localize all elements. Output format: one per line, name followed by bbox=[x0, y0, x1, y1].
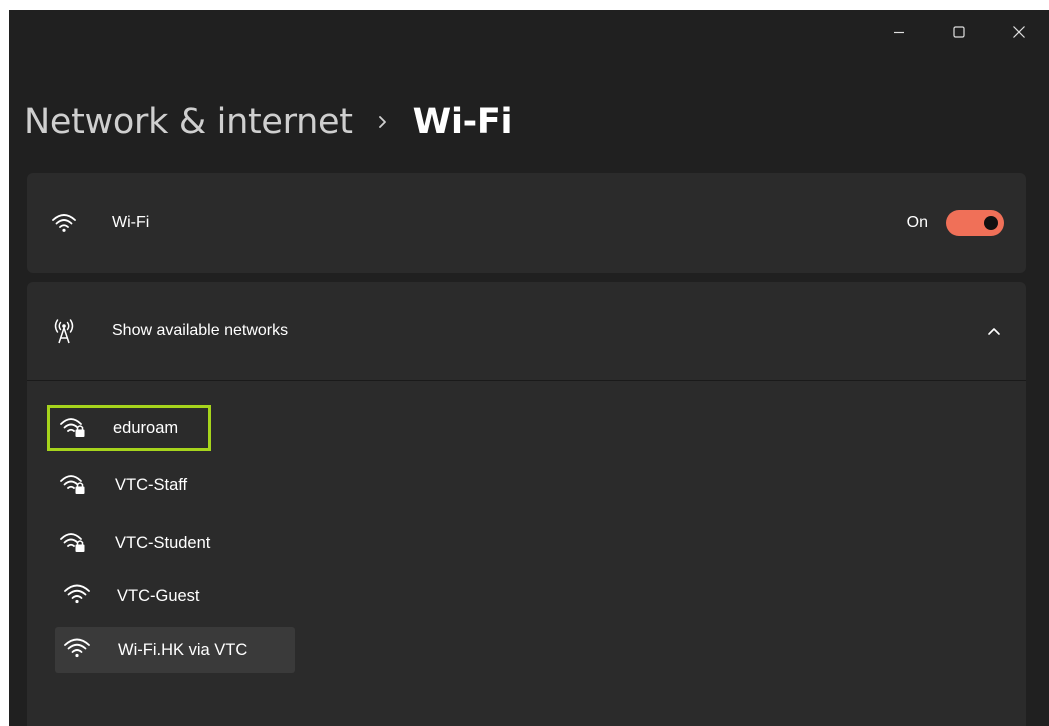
settings-window: Network & internet Wi-Fi Wi-Fi On Show a… bbox=[9, 10, 1049, 726]
network-name: VTC-Staff bbox=[115, 475, 188, 494]
wifi-secure-icon bbox=[60, 418, 85, 437]
toggle-knob bbox=[984, 216, 998, 230]
close-icon bbox=[1013, 26, 1025, 38]
breadcrumb: Network & internet Wi-Fi bbox=[24, 96, 513, 148]
minimize-button[interactable] bbox=[869, 10, 929, 54]
wifi-toggle-switch[interactable] bbox=[946, 210, 1004, 236]
network-name: Wi-Fi.HK via VTC bbox=[118, 640, 248, 659]
wifi-toggle-control: On bbox=[907, 210, 1004, 236]
wifi-icon bbox=[64, 584, 90, 604]
chevron-up-icon[interactable] bbox=[984, 321, 1004, 341]
network-item-vtc-student[interactable]: VTC-Student bbox=[59, 521, 279, 565]
show-available-networks-row[interactable]: Show available networks bbox=[27, 282, 1026, 380]
minimize-icon bbox=[894, 31, 904, 34]
network-item-wifi-hk-via-vtc[interactable]: Wi-Fi.HK via VTC bbox=[63, 628, 295, 672]
wifi-toggle-card: Wi-Fi On bbox=[27, 173, 1026, 273]
wifi-icon bbox=[51, 210, 77, 236]
divider bbox=[27, 380, 1026, 381]
network-item-vtc-guest[interactable]: VTC-Guest bbox=[63, 574, 283, 618]
wifi-toggle-row[interactable]: Wi-Fi On bbox=[27, 173, 1026, 273]
close-button[interactable] bbox=[989, 10, 1049, 54]
maximize-icon bbox=[953, 26, 965, 38]
maximize-button[interactable] bbox=[929, 10, 989, 54]
network-item-eduroam[interactable]: eduroam bbox=[59, 406, 239, 450]
network-name: eduroam bbox=[113, 418, 179, 437]
available-networks-card: Show available networks eduroam VTC-Staf… bbox=[27, 282, 1026, 726]
show-available-networks-label: Show available networks bbox=[112, 322, 289, 339]
toggle-state-label: On bbox=[906, 214, 928, 231]
wifi-secure-icon bbox=[60, 533, 85, 552]
window-controls bbox=[869, 10, 1049, 54]
breadcrumb-parent[interactable]: Network & internet bbox=[24, 102, 353, 142]
antenna-icon bbox=[51, 318, 77, 344]
network-item-vtc-staff[interactable]: VTC-Staff bbox=[59, 463, 259, 507]
page-title: Wi-Fi bbox=[412, 102, 513, 142]
wifi-secure-icon bbox=[60, 475, 85, 494]
wifi-icon bbox=[64, 638, 90, 658]
network-name: VTC-Guest bbox=[117, 586, 200, 605]
chevron-right-icon bbox=[377, 114, 389, 130]
wifi-label: Wi-Fi bbox=[112, 214, 150, 231]
network-name: VTC-Student bbox=[115, 533, 211, 552]
